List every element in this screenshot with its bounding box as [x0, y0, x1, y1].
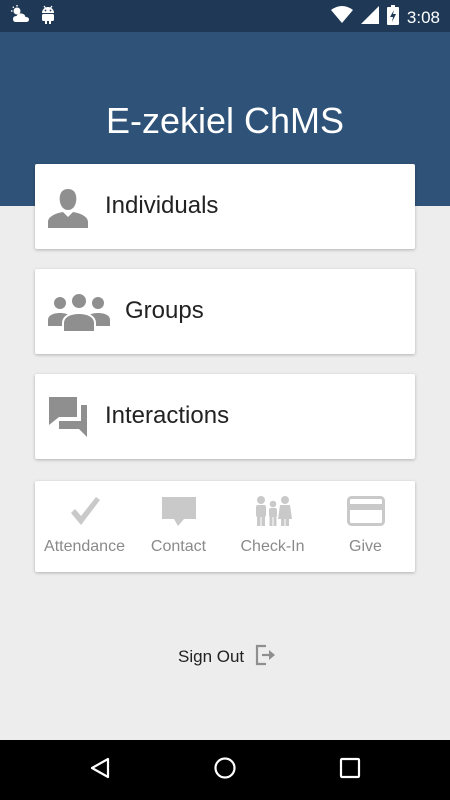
signal-icon [360, 6, 379, 29]
groups-label: Groups [125, 297, 204, 324]
weather-icon [10, 5, 32, 30]
status-right-icons: 3:08 [330, 5, 440, 30]
chat-icon [47, 395, 89, 442]
contact-label: Contact [150, 538, 207, 555]
app-title: E-zekiel ChMS [105, 100, 345, 141]
quick-actions-card: Attendance Contact Check-In Give [35, 481, 415, 572]
back-icon [88, 756, 112, 785]
status-bar: 3:08 [0, 0, 450, 32]
android-icon [40, 5, 56, 30]
status-time: 3:08 [406, 7, 440, 27]
recents-button[interactable] [334, 754, 366, 786]
attendance-label: Attendance [44, 538, 125, 555]
exit-icon [254, 643, 278, 672]
sign-out-label: Sign Out [178, 647, 245, 666]
recents-icon [339, 757, 361, 784]
interactions-card[interactable]: Interactions [35, 374, 415, 459]
check-in-button[interactable]: Check-In [225, 481, 320, 572]
give-button[interactable]: Give [318, 481, 413, 572]
status-left-icons [10, 5, 56, 30]
family-icon [225, 493, 320, 529]
group-icon [48, 292, 110, 337]
home-icon [213, 756, 237, 785]
credit-card-icon [318, 493, 413, 529]
individuals-card[interactable]: Individuals [35, 164, 415, 249]
interactions-label: Interactions [105, 402, 230, 429]
back-button[interactable] [84, 754, 116, 786]
person-icon [47, 186, 89, 233]
contact-button[interactable]: Contact [131, 481, 226, 572]
message-icon [131, 493, 226, 529]
sign-out-button[interactable]: Sign Out [178, 642, 278, 672]
battery-charging-icon [386, 5, 399, 30]
wifi-icon [330, 6, 353, 29]
navigation-bar [0, 740, 450, 800]
home-button[interactable] [209, 754, 241, 786]
give-label: Give [349, 538, 382, 555]
groups-card[interactable]: Groups [35, 269, 415, 354]
check-in-label: Check-In [240, 538, 305, 555]
individuals-label: Individuals [105, 192, 219, 219]
checkmark-icon [37, 493, 132, 529]
attendance-button[interactable]: Attendance [37, 481, 132, 572]
